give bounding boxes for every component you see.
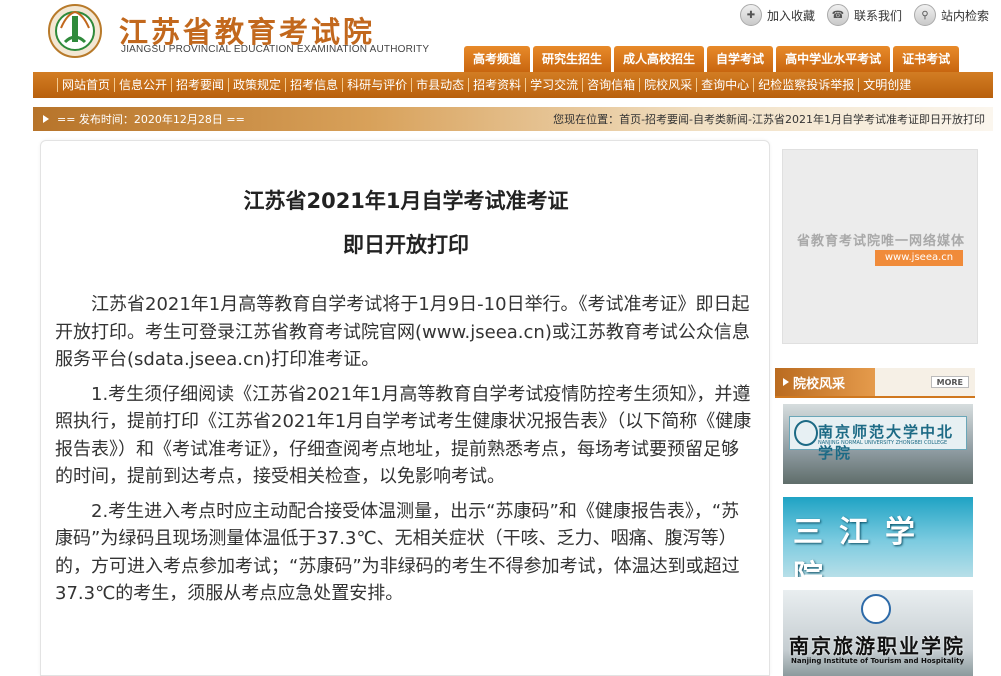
tab-self-study-exam[interactable]: 自学考试 — [707, 46, 774, 72]
search-icon: ⚲ — [913, 4, 936, 26]
article-paragraph: 江苏省2021年1月高等教育自学考试将于1月9日-10日举行。《考试准考证》即日… — [55, 294, 750, 370]
nav-mailbox[interactable]: 咨询信箱 — [582, 78, 639, 92]
article-title-line2: 即日开放打印 — [343, 233, 469, 257]
main-channel-tabs: 高考频道 研究生招生 成人高校招生 自学考试 高中学业水平考试 证书考试 — [464, 46, 960, 72]
contact-us-label: 联系我们 — [853, 8, 902, 23]
nav-research[interactable]: 科研与评价 — [342, 78, 411, 92]
college-section-header: 院校风采 MORE — [775, 368, 975, 398]
nav-learning[interactable]: 学习交流 — [525, 78, 582, 92]
tab-gaokao[interactable]: 高考频道 — [464, 46, 531, 72]
college-seal-icon — [861, 594, 891, 624]
arrow-icon — [783, 378, 789, 386]
college-banner-tourism[interactable]: 南京旅游职业学院 Nanjing Institute of Tourism an… — [783, 590, 973, 676]
contact-us-link[interactable]: ☎ 联系我们 — [826, 4, 902, 26]
arrow-icon — [43, 115, 49, 123]
site-search-label: 站内检索 — [940, 8, 989, 23]
article-title-line1: 江苏省2021年1月自学考试准考证 — [243, 189, 569, 213]
site-logo-subtitle: JIANGSU PROVINCIAL EDUCATION EXAMINATION… — [121, 44, 430, 55]
tab-adult-college[interactable]: 成人高校招生 — [614, 46, 705, 72]
njnu-title-plate: 南京师范大学中北学院 NANJING NORMAL UNIVERSITY ZHO… — [789, 416, 967, 462]
tab-certificate-exam[interactable]: 证书考试 — [893, 46, 960, 72]
add-favorite-label: 加入收藏 — [766, 8, 815, 23]
authority-emblem-icon[interactable] — [47, 2, 103, 60]
more-button[interactable]: MORE — [930, 376, 969, 388]
college-banner-njnu-zhongbei[interactable]: 南京师范大学中北学院 NANJING NORMAL UNIVERSITY ZHO… — [783, 404, 973, 484]
nav-policies[interactable]: 政策规定 — [228, 78, 285, 92]
nav-colleges[interactable]: 院校风采 — [639, 78, 696, 92]
nav-city-news[interactable]: 市县动态 — [411, 78, 468, 92]
article-paragraph: 2.考生进入考点时应主动配合接受体温测量，出示“苏康码”和《健康报告表》，“苏康… — [55, 500, 740, 605]
site-search-link[interactable]: ⚲ 站内检索 — [913, 4, 989, 26]
favorite-icon: ✚ — [739, 4, 762, 26]
nav-exam-materials[interactable]: 招考资料 — [468, 78, 525, 92]
college-banner-sanjiang[interactable]: 三江学院 — [783, 497, 973, 577]
breadcrumb[interactable]: 您现在位置：首页-招考要闻-自考类新闻-江苏省2021年1月自学考试准考证即日开… — [553, 111, 993, 127]
ad-text: 省教育考试院唯一网络媒体 — [796, 234, 965, 249]
article-paragraph: 1.考生须仔细阅读《江苏省2021年1月高等教育自学考试疫情防控考生须知》，并遵… — [55, 383, 752, 488]
publish-info: == 发布时间：2020年12月28日 == — [33, 111, 245, 127]
college-section-title: 院校风采 — [775, 373, 845, 392]
nav-info-disclosure[interactable]: 信息公开 — [114, 78, 171, 92]
phone-icon: ☎ — [826, 4, 849, 26]
tourism-name-cn: 南京旅游职业学院 — [789, 634, 965, 658]
college-seal-icon — [794, 420, 818, 446]
publish-date: == 发布时间：2020年12月28日 == — [57, 113, 245, 126]
top-links: ✚ 加入收藏 ☎ 联系我们 ⚲ 站内检索 — [739, 4, 989, 26]
tourism-name-en: Nanjing Institute of Tourism and Hospita… — [791, 657, 965, 665]
site-header: 江苏省教育考试院 JIANGSU PROVINCIAL EDUCATION EX… — [0, 0, 1001, 72]
college-section-label: 院校风采 — [793, 376, 846, 392]
add-favorite-link[interactable]: ✚ 加入收藏 — [739, 4, 815, 26]
article-panel: 江苏省2021年1月自学考试准考证 即日开放打印 江苏省2021年1月高等教育自… — [40, 140, 770, 676]
sanjiang-name: 三江学院 — [793, 515, 931, 577]
media-ad-banner[interactable]: 省教育考试院唯一网络媒体 www.jseea.cn — [782, 149, 978, 344]
tab-graduate[interactable]: 研究生招生 — [533, 46, 612, 72]
ad-url: www.jseea.cn — [875, 250, 963, 266]
sub-navigation: 网站首页 信息公开 招考要闻 政策规定 招考信息 科研与评价 市县动态 招考资料… — [33, 72, 993, 98]
nav-complaints[interactable]: 纪检监察投诉举报 — [753, 78, 858, 92]
njnu-name-en: NANJING NORMAL UNIVERSITY ZHONGBEI COLLE… — [818, 440, 948, 446]
nav-exam-info[interactable]: 招考信息 — [285, 78, 342, 92]
tab-high-school-exam[interactable]: 高中学业水平考试 — [776, 46, 891, 72]
article-body: 江苏省2021年1月高等教育自学考试将于1月9日-10日举行。《考试准考证》即日… — [55, 291, 755, 615]
nav-query-center[interactable]: 查询中心 — [696, 78, 753, 92]
nav-exam-news[interactable]: 招考要闻 — [171, 78, 228, 92]
nav-civilization[interactable]: 文明创建 — [858, 78, 915, 92]
info-bar: == 发布时间：2020年12月28日 == 您现在位置：首页-招考要闻-自考类… — [33, 107, 993, 131]
nav-home[interactable]: 网站首页 — [57, 78, 114, 92]
